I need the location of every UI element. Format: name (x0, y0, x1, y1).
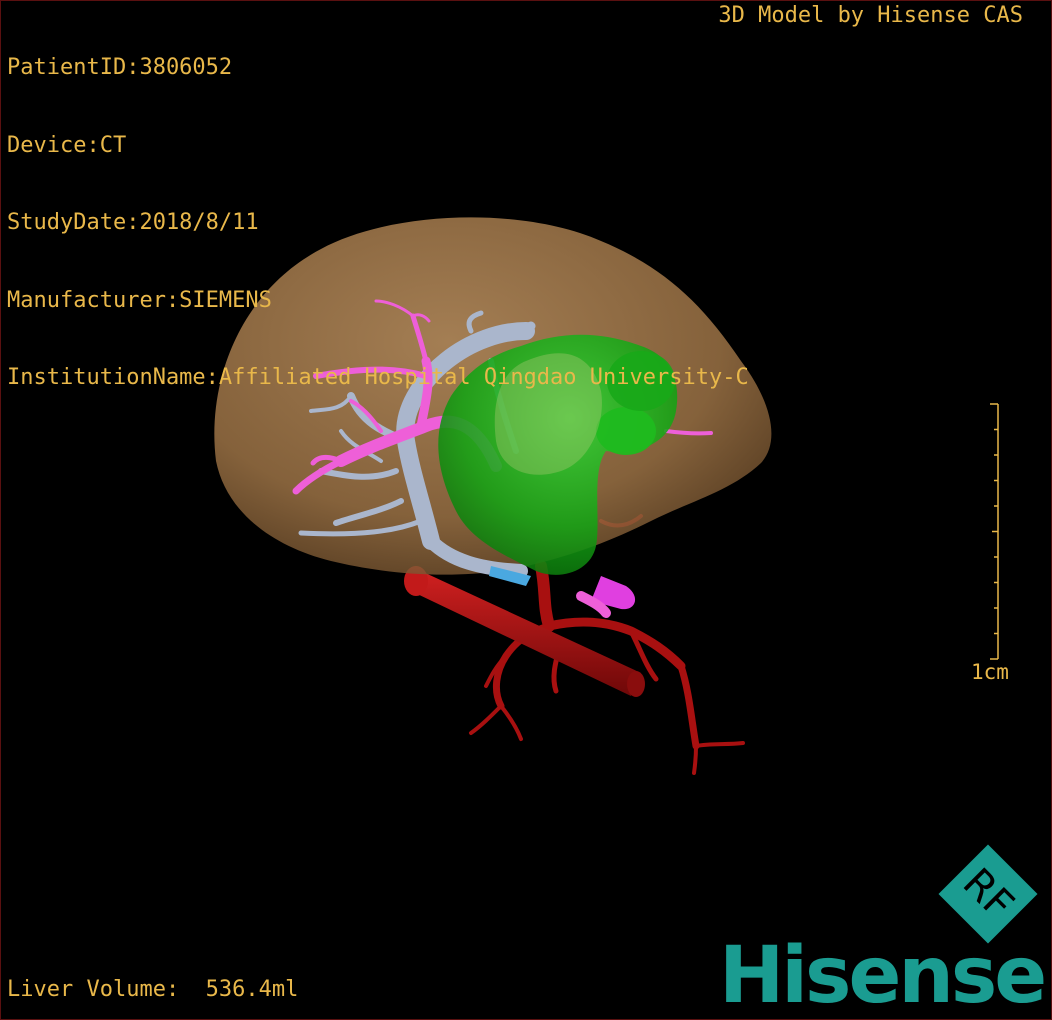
institution-name: InstitutionName:Affiliated Hospital Qing… (7, 365, 749, 391)
patient-id: PatientID:3806052 (7, 55, 233, 80)
study-date: StudyDate:2018/8/11 (7, 210, 259, 236)
liver-volume: Liver Volume: 536.4ml (7, 977, 299, 1002)
3d-viewport[interactable]: PatientID:3806052 Device:CT StudyDate:20… (0, 0, 1052, 1020)
scale-label: 1cm (971, 660, 1009, 684)
scale-bar (990, 403, 999, 660)
model-credit: 3D Model by Hisense CAS (718, 3, 1023, 28)
manufacturer: Manufacturer:SIEMENS (7, 287, 272, 313)
hisense-logo: Hisense (719, 931, 1047, 1020)
dicom-info-panel: PatientID:3806052 Device:CT StudyDate:20… (7, 3, 749, 443)
device: Device:CT (7, 132, 127, 158)
